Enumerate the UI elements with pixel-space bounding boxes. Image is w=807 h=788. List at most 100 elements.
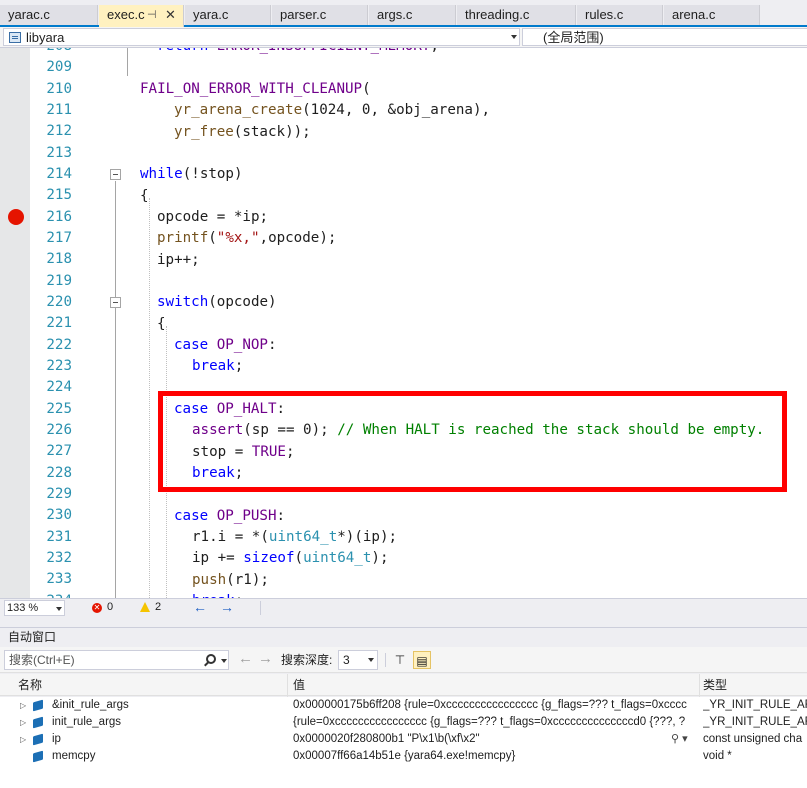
autos-row[interactable]: ▷ ip 0x0000020f280800b1 "P\x1\b(\xf\x2" … xyxy=(0,731,807,748)
row-name: init_rule_args xyxy=(52,716,122,728)
autos-row[interactable]: ▷ &init_rule_args 0x000000175b6ff208 {ru… xyxy=(0,697,807,714)
breakpoint-icon[interactable] xyxy=(8,209,24,225)
column-type-header[interactable]: 类型 xyxy=(703,674,727,696)
tab-threading-c[interactable]: threading.c xyxy=(457,5,576,25)
line-number: 216 xyxy=(46,208,72,225)
tab-label: parser.c xyxy=(280,7,327,22)
variable-icon xyxy=(33,733,43,746)
search-forward-icon[interactable]: → xyxy=(258,650,273,668)
tab-label: rules.c xyxy=(585,7,624,22)
autos-column-header: 名称 值 类型 xyxy=(0,674,807,696)
tab-label: yara.c xyxy=(193,7,229,22)
autos-row[interactable]: memcpy 0x00007ff66a14b51e {yara64.exe!me… xyxy=(0,748,807,765)
line-number: 214 xyxy=(46,165,72,182)
error-icon[interactable]: ✕ xyxy=(92,603,102,613)
line-number: 218 xyxy=(46,251,72,268)
variable-icon xyxy=(33,750,43,763)
line-number: 229 xyxy=(46,485,72,502)
code-line-221: { xyxy=(157,316,166,332)
column-name-header[interactable]: 名称 xyxy=(18,674,42,696)
line-number: 223 xyxy=(46,357,72,374)
zoom-dropdown[interactable]: 133 % xyxy=(4,600,65,616)
warning-icon[interactable] xyxy=(140,602,150,612)
row-value[interactable]: 0x00007ff66a14b51e {yara64.exe!memcpy} xyxy=(293,748,698,765)
search-depth-value: 3 xyxy=(343,653,350,667)
expand-icon[interactable]: ▷ xyxy=(20,714,26,731)
scope-name: (全局范围) xyxy=(543,30,604,45)
row-type: void * xyxy=(703,750,732,762)
tab-exec-c[interactable]: exec.c ⊣ ✕ xyxy=(99,5,184,27)
search-input[interactable]: 搜索(Ctrl+E) xyxy=(4,650,229,670)
navigation-bar: libyara (全局范围) xyxy=(0,27,807,48)
tab-label: args.c xyxy=(377,7,413,22)
line-number: 230 xyxy=(46,507,72,524)
line-number: 220 xyxy=(46,293,72,310)
tab-yara-c[interactable]: yara.c xyxy=(185,5,271,25)
column-value-header[interactable]: 值 xyxy=(293,674,305,696)
expand-icon[interactable]: ▷ xyxy=(20,697,26,714)
code-line-212: yr_free(stack)); xyxy=(174,124,311,140)
collapse-icon[interactable] xyxy=(110,297,121,308)
autos-window-title: 自动窗口 xyxy=(0,627,807,647)
row-value[interactable]: 0x0000020f280800b1 "P\x1\b(\xf\x2" xyxy=(293,731,663,748)
search-icon[interactable] xyxy=(206,654,216,664)
row-name: memcpy xyxy=(52,750,96,762)
document-tab-strip: yarac.c exec.c ⊣ ✕ yara.c parser.c args.… xyxy=(0,0,807,27)
code-line-215: { xyxy=(140,188,149,204)
previous-issue-icon[interactable]: ← xyxy=(193,599,207,616)
visualizer-icon[interactable]: ⚲ ▾ xyxy=(671,731,688,748)
editor-status-bar: 133 % ✕ 0 2 ← → xyxy=(0,598,807,617)
line-number: 211 xyxy=(46,101,72,118)
tab-label: arena.c xyxy=(672,7,716,22)
warning-count[interactable]: 2 xyxy=(155,601,161,613)
line-number: 222 xyxy=(46,336,72,353)
tab-arena-c[interactable]: arena.c xyxy=(664,5,760,25)
pin-icon[interactable]: ⊣ xyxy=(147,5,157,25)
tab-yarac-c[interactable]: yarac.c xyxy=(0,5,98,25)
project-name: libyara xyxy=(26,30,65,45)
expand-icon[interactable]: ▷ xyxy=(20,731,26,748)
error-count[interactable]: 0 xyxy=(107,601,113,613)
panel-title: 自动窗口 xyxy=(8,630,57,644)
code-line-218: ip++; xyxy=(157,252,200,268)
code-line-234: break; xyxy=(192,591,243,598)
line-number: 219 xyxy=(46,272,72,289)
chevron-down-icon xyxy=(368,658,374,662)
row-value[interactable]: {rule=0xcccccccccccccccc {g_flags=??? t_… xyxy=(293,714,698,731)
code-line-211: yr_arena_create(1024, 0, &obj_arena), xyxy=(174,102,491,118)
line-number: 226 xyxy=(46,421,72,438)
next-issue-icon[interactable]: → xyxy=(220,599,234,616)
tab-args-c[interactable]: args.c xyxy=(369,5,456,25)
code-editor[interactable]: 208 209 210 211 212 213 214 215 216 217 218 219 220 2… xyxy=(0,48,807,598)
code-line-217: printf("%x,",opcode); xyxy=(157,230,337,246)
line-number: 228 xyxy=(46,464,72,481)
line-number: 213 xyxy=(46,144,72,161)
tab-rules-c[interactable]: rules.c xyxy=(577,5,663,25)
zoom-level: 133 % xyxy=(7,602,39,614)
hex-display-icon[interactable]: ▤ xyxy=(413,651,431,669)
close-icon[interactable]: ✕ xyxy=(165,5,176,25)
line-number: 233 xyxy=(46,571,72,588)
glyph-margin[interactable] xyxy=(0,48,30,598)
line-number: 225 xyxy=(46,400,72,417)
project-dropdown[interactable]: libyara xyxy=(3,28,520,46)
code-line-231: r1.i = *(uint64_t*)(ip); xyxy=(192,529,398,545)
line-number: 217 xyxy=(46,229,72,246)
search-depth-dropdown[interactable]: 3 xyxy=(338,650,378,670)
tab-label: threading.c xyxy=(465,7,530,22)
search-back-icon[interactable]: ← xyxy=(238,650,253,668)
scope-dropdown[interactable]: (全局范围) xyxy=(522,28,807,46)
row-value[interactable]: 0x000000175b6ff208 {rule=0xccccccccccccc… xyxy=(293,697,698,714)
line-number: 224 xyxy=(46,379,72,396)
code-line-214: while(!stop) xyxy=(140,166,243,182)
tab-parser-c[interactable]: parser.c xyxy=(272,5,368,25)
chevron-down-icon[interactable] xyxy=(221,659,227,663)
search-depth-label: 搜索深度: xyxy=(281,653,333,667)
autos-empty-area xyxy=(0,764,807,788)
variable-icon xyxy=(33,699,43,712)
line-number: 209 xyxy=(46,59,72,76)
autos-row[interactable]: ▷ init_rule_args {rule=0xccccccccccccccc… xyxy=(0,714,807,731)
code-line-210: FAIL_ON_ERROR_WITH_CLEANUP( xyxy=(140,81,371,97)
collapse-icon[interactable] xyxy=(110,169,121,180)
pin-column-icon[interactable]: ⊤ xyxy=(391,651,409,669)
